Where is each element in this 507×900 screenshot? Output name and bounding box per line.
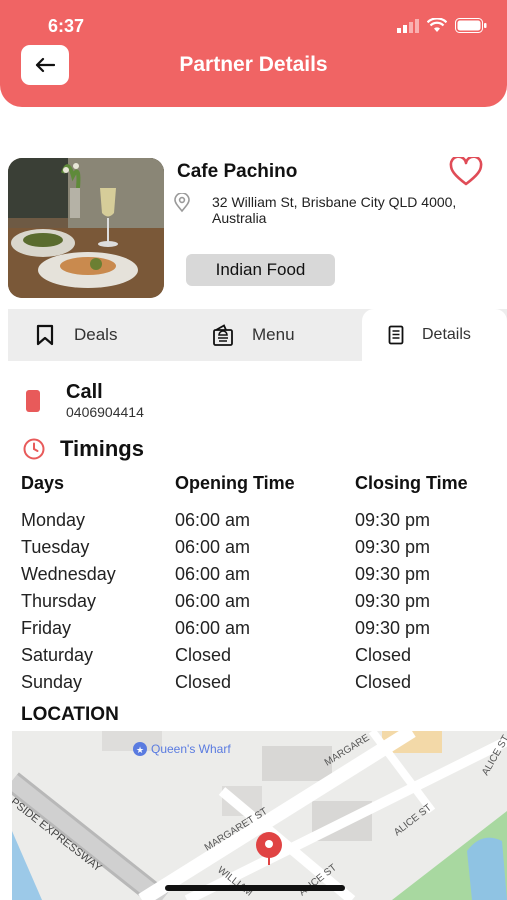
timing-open-cell: Closed [175, 672, 232, 692]
tab-details[interactable]: Details [362, 309, 507, 361]
phone-icon[interactable] [26, 390, 40, 412]
partner-address: 32 William St, Brisbane City QLD 4000, A… [212, 194, 457, 226]
tab-menu-label: Menu [252, 325, 295, 344]
timing-close-cell: 09:30 pm [355, 618, 431, 638]
timing-day-cell: Monday [21, 510, 86, 530]
tab-bar: Deals Menu Details [8, 309, 507, 361]
timing-close-cell: Closed [355, 645, 412, 665]
timings-title: Timings [60, 436, 144, 461]
timing-day-cell: Friday [21, 618, 72, 638]
menu-icon [213, 324, 233, 346]
wifi-icon [427, 18, 447, 32]
timing-day-cell: Saturday [21, 645, 94, 665]
page-title: Partner Details [179, 53, 328, 76]
favorite-heart-icon[interactable] [449, 157, 483, 187]
signal-icon [397, 18, 419, 33]
status-time: 6:37 [48, 16, 85, 36]
document-icon [388, 325, 404, 345]
call-title: Call [66, 381, 103, 403]
call-number[interactable]: 0406904414 [66, 404, 144, 420]
timing-day-cell: Wednesday [21, 564, 116, 584]
partner-name: Cafe Pachino [177, 161, 298, 182]
timing-close-cell: 09:30 pm [355, 537, 431, 557]
header-bar: 6:37 Partner Details [0, 0, 507, 107]
svg-text:★: ★ [136, 746, 144, 756]
timing-open-cell: 06:00 am [175, 591, 251, 611]
timing-day-cell: Thursday [21, 591, 97, 611]
location-title: LOCATION [21, 704, 119, 725]
tab-details-label: Details [422, 326, 471, 343]
location-pin-icon [174, 193, 190, 213]
status-icons [397, 18, 487, 33]
location-map[interactable]: ★ Queen's Wharf PSIDE EXPRESSWAY MARGARE… [12, 731, 507, 900]
tab-deals[interactable]: Deals [36, 309, 117, 361]
battery-icon [455, 18, 487, 33]
header-opening: Opening Time [175, 473, 295, 493]
tab-menu[interactable]: Menu [212, 309, 295, 361]
timing-open-cell: 06:00 am [175, 510, 251, 530]
timing-close-cell: 09:30 pm [355, 564, 431, 584]
cuisine-tag: Indian Food [186, 254, 335, 286]
timing-close-cell: Closed [355, 672, 412, 692]
header-days: Days [21, 473, 65, 493]
timing-day-cell: Tuesday [21, 537, 90, 557]
timing-day-cell: Sunday [21, 672, 83, 692]
partner-photo [8, 158, 164, 298]
home-indicator [165, 885, 345, 891]
map-poi-label: Queen's Wharf [151, 742, 231, 756]
bookmark-icon [36, 324, 54, 346]
clock-icon [23, 438, 45, 460]
tab-deals-label: Deals [74, 325, 118, 344]
timing-open-cell: 06:00 am [175, 564, 251, 584]
timing-close-cell: 09:30 pm [355, 510, 431, 530]
timing-open-cell: 06:00 am [175, 537, 251, 557]
header-closing: Closing Time [355, 473, 468, 493]
timing-open-cell: 06:00 am [175, 618, 251, 638]
timing-open-cell: Closed [175, 645, 232, 665]
timing-close-cell: 09:30 pm [355, 591, 431, 611]
